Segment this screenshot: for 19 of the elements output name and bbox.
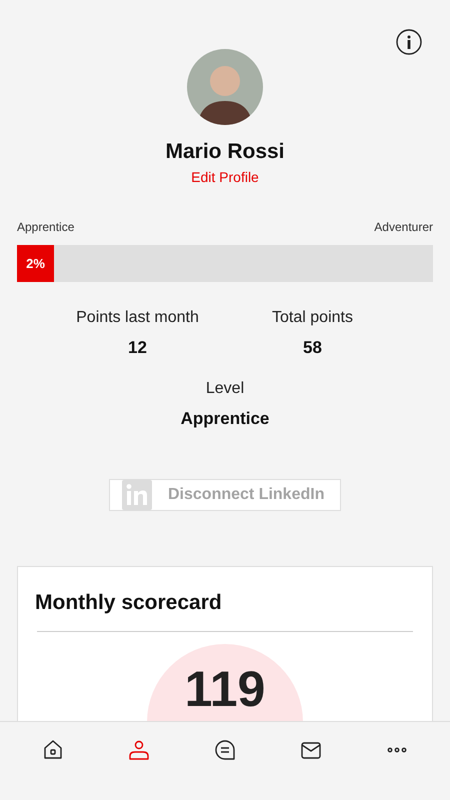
- stat-value: Apprentice: [180, 408, 270, 430]
- score-value: 119: [184, 662, 266, 716]
- user-name: Mario Rossi: [164, 139, 286, 165]
- next-level-label: Adventurer: [374, 219, 433, 236]
- stat-label: Points last month: [75, 308, 200, 328]
- info-icon[interactable]: [396, 29, 422, 55]
- chat-icon: [213, 738, 237, 762]
- disconnect-linkedin-button[interactable]: Disconnect LinkedIn: [109, 479, 341, 511]
- edit-profile-link[interactable]: Edit Profile: [191, 167, 259, 188]
- scorecard-title: Monthly scorecard: [35, 590, 223, 616]
- current-level-label: Apprentice: [17, 219, 74, 236]
- stat-label: Level: [206, 378, 244, 398]
- more-icon: [386, 747, 408, 753]
- profile-icon: [127, 738, 151, 762]
- stat-value: 12: [127, 337, 148, 359]
- progress-reading: 2%: [25, 255, 46, 273]
- linkedin-icon: [122, 480, 152, 510]
- stat-label: Total points: [271, 308, 354, 328]
- stat-value: 58: [302, 337, 323, 359]
